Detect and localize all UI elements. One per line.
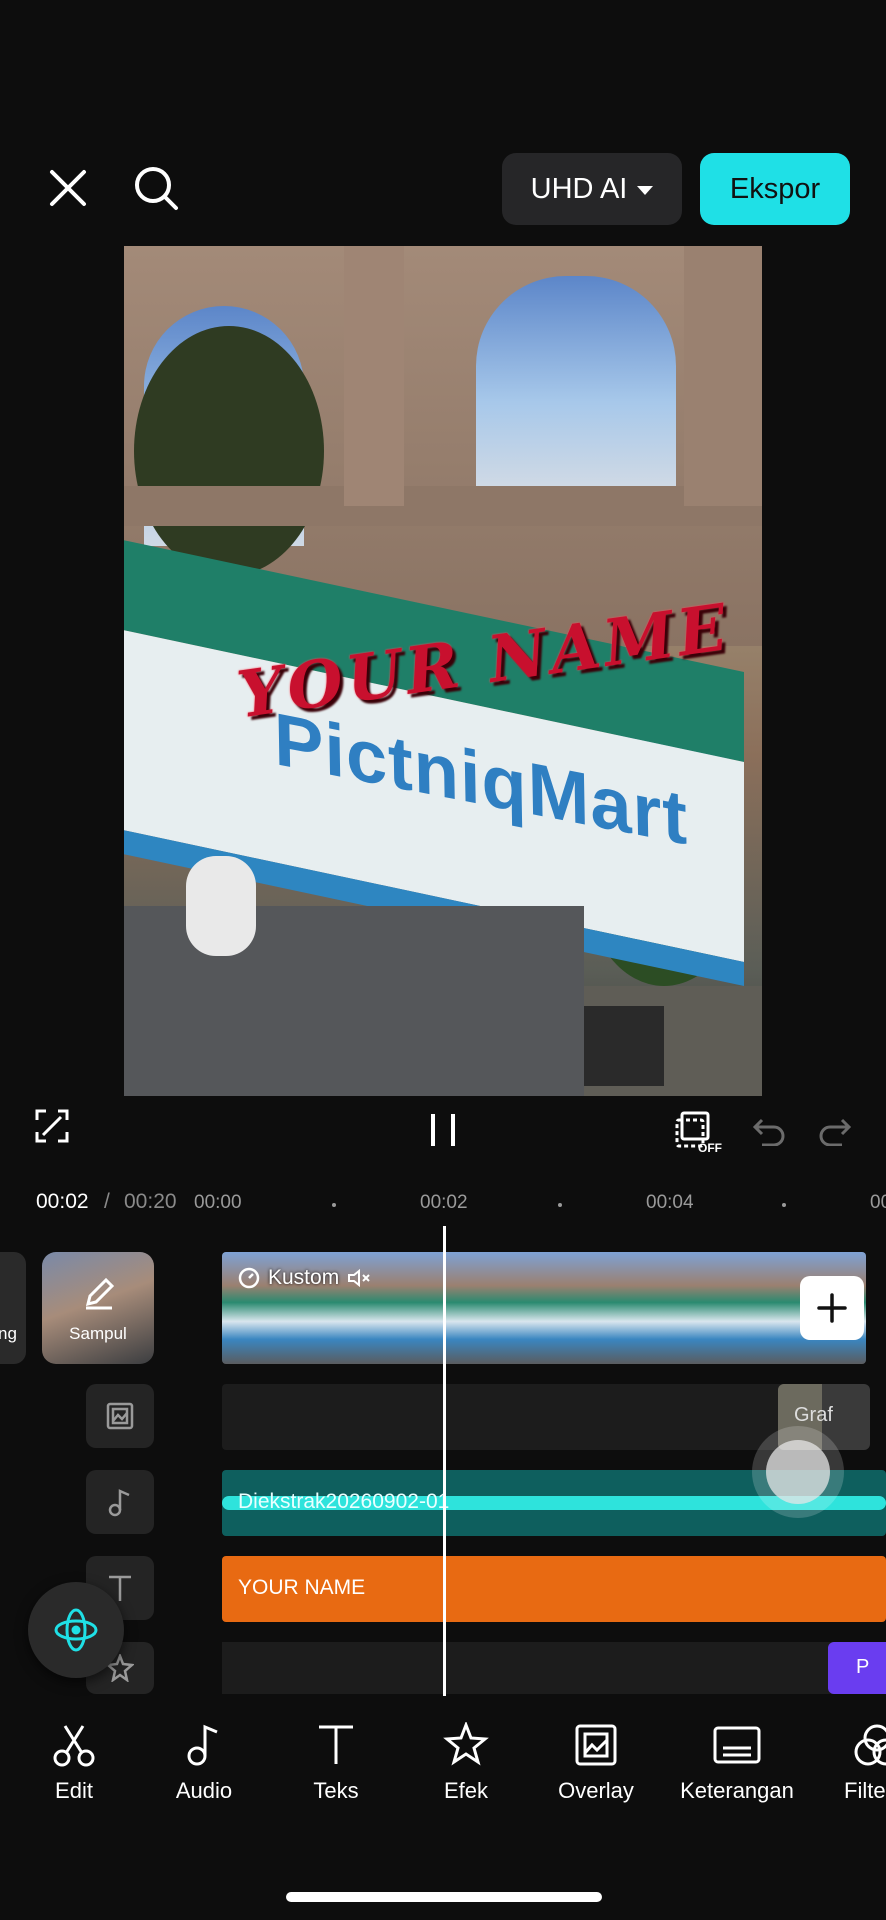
close-icon[interactable]	[40, 160, 96, 216]
effect-track[interactable]	[222, 1642, 886, 1694]
toolbar-effects[interactable]: Efek	[406, 1722, 526, 1804]
text-clip[interactable]: YOUR NAME	[222, 1556, 886, 1622]
video-preview[interactable]: PictniqMart YOUR NAME	[124, 246, 762, 1096]
ruler-dot	[558, 1203, 562, 1207]
prev-tile-label: ng	[0, 1324, 17, 1343]
playhead[interactable]	[443, 1226, 446, 1696]
chevron-down-icon	[637, 185, 654, 195]
keyframe-off-icon[interactable]: OFF	[674, 1110, 728, 1159]
ruler-tick: 00:04	[646, 1192, 694, 1213]
audio-clip-label: Diekstrak20260902-01	[238, 1490, 450, 1513]
toolbar-label: Filte	[844, 1778, 886, 1803]
current-time: 00:02	[36, 1190, 89, 1213]
video-frame	[552, 1252, 664, 1364]
toolbar-label: Overlay	[558, 1778, 634, 1803]
effect-clip-label: P	[856, 1656, 870, 1678]
ruler-dot	[332, 1203, 336, 1207]
mute-icon[interactable]	[347, 1268, 371, 1288]
quality-dropdown[interactable]: UHD AI	[502, 153, 682, 225]
black-sign	[584, 1006, 664, 1086]
search-icon[interactable]	[128, 160, 184, 216]
toolbar-edit[interactable]: Edit	[14, 1722, 134, 1804]
music-note-icon	[187, 1724, 218, 1766]
ai-assistant-button[interactable]	[28, 1582, 124, 1678]
overlay-icon	[575, 1724, 617, 1766]
pause-icon[interactable]	[428, 1112, 460, 1153]
assistive-touch-button[interactable]	[752, 1426, 844, 1518]
audio-track-icon[interactable]	[86, 1470, 154, 1534]
home-indicator	[286, 1892, 602, 1902]
svg-text:OFF: OFF	[698, 1141, 722, 1154]
lantern	[186, 856, 256, 956]
quality-label: UHD AI	[530, 172, 628, 205]
prev-tile[interactable]: ng	[0, 1252, 26, 1364]
ruler-tick: 00:02	[420, 1192, 468, 1213]
video-frame	[662, 1252, 774, 1364]
overlay-clip-label: Graf	[794, 1404, 833, 1426]
speed-icon	[238, 1267, 260, 1289]
filter-icon	[854, 1724, 886, 1766]
scissors-icon	[53, 1725, 95, 1767]
video-clip[interactable]: Kustom	[222, 1252, 866, 1364]
toolbar-overlay[interactable]: Overlay	[536, 1722, 656, 1804]
video-frame	[442, 1252, 554, 1364]
toolbar-label: Efek	[443, 1778, 489, 1803]
video-clip-name: Kustom	[268, 1266, 340, 1289]
ruler-tick: 00:00	[194, 1192, 242, 1213]
star-icon	[443, 1722, 489, 1766]
toolbar-label: Keterangan	[680, 1778, 794, 1803]
add-clip-button[interactable]	[800, 1276, 864, 1340]
undo-icon[interactable]	[752, 1116, 786, 1151]
text-clip-label: YOUR NAME	[238, 1576, 366, 1599]
toolbar-label: Teks	[313, 1778, 359, 1803]
toolbar-captions[interactable]: Keterangan	[672, 1722, 802, 1804]
captions-icon	[713, 1726, 761, 1764]
cover-label: Sampul	[69, 1324, 127, 1343]
cover-tile[interactable]: Sampul	[42, 1252, 154, 1364]
edit-pencil-icon	[82, 1276, 116, 1315]
video-clip-label: Kustom	[238, 1266, 371, 1290]
toolbar-text[interactable]: Teks	[276, 1722, 396, 1804]
time-separator: /	[104, 1190, 110, 1213]
redo-icon[interactable]	[818, 1116, 852, 1151]
toolbar-audio[interactable]: Audio	[144, 1722, 264, 1804]
toolbar-label: Edit	[55, 1778, 93, 1803]
overlay-track-icon[interactable]	[86, 1384, 154, 1448]
ruler-tick: 00	[870, 1192, 886, 1213]
text-icon	[319, 1725, 353, 1764]
toolbar-label: Audio	[175, 1778, 233, 1803]
total-time: 00:20	[124, 1190, 177, 1213]
orbit-icon	[54, 1608, 98, 1652]
ruler-dot	[782, 1203, 786, 1207]
fullscreen-icon[interactable]	[34, 1108, 70, 1149]
toolbar-filter[interactable]: Filte	[816, 1722, 886, 1804]
export-button[interactable]: Ekspor	[700, 153, 850, 225]
